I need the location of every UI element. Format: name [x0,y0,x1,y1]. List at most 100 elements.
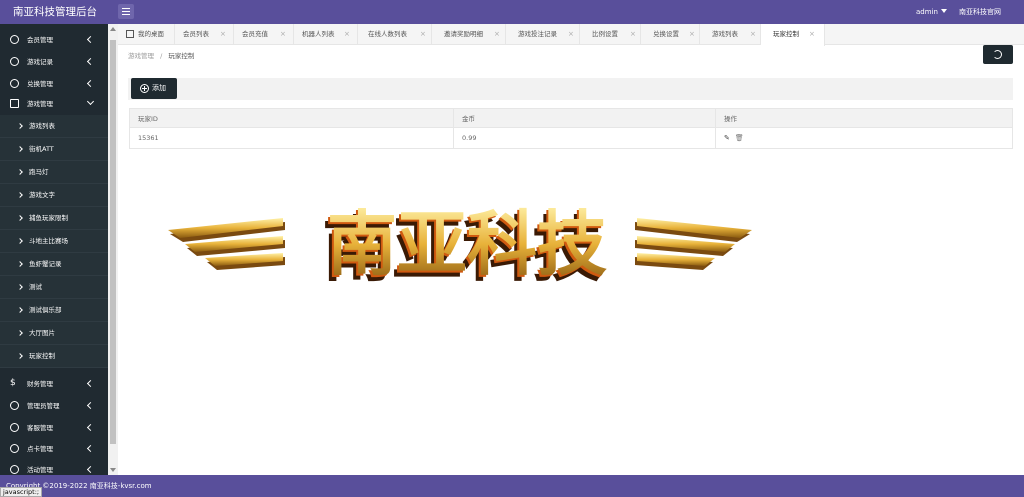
tab-ratio-settings[interactable]: 比例设置 × [580,24,641,45]
close-icon[interactable]: × [494,24,500,45]
sidebar-item-point-card[interactable]: 点卡管理 [0,438,108,460]
edit-pencil-icon[interactable]: ✎ [724,134,730,142]
dollar-icon: $ [10,378,16,388]
users-icon [10,423,19,432]
sidebar: 会员管理 游戏记录 兑换管理 游戏管理 游戏列表 街机ATT 跑马灯 游戏文字 … [0,24,108,475]
users-icon [10,444,19,453]
tab-robot-list[interactable]: 机器人列表 × [294,24,358,45]
chevron-left-icon [86,79,95,88]
breadcrumb-separator: / [160,52,163,60]
gift-icon [10,465,19,474]
close-icon[interactable]: × [280,24,286,45]
tab-label: 游戏投注记录 [518,30,557,38]
cell-coins: 0.99 [453,127,716,149]
chevron-down-icon [86,97,95,106]
tab-bar: 我的桌面 会员列表 × 会员充值 × 机器人列表 × 在线人数列表 × 邀请奖励明细 × … [118,24,1024,46]
sidebar-item-finance[interactable]: $ 财务管理 [0,373,108,395]
tab-game-bet-records[interactable]: 游戏投注记录 × [506,24,580,45]
close-icon[interactable]: × [420,24,426,45]
tab-member-list[interactable]: 会员列表 × [175,24,234,45]
add-button[interactable]: 添加 [131,78,177,99]
sidebar-subitem-fish-shrimp-crab[interactable]: 鱼虾蟹记录 [0,253,108,276]
sidebar-scrollbar[interactable] [108,24,118,475]
sidebar-subitem-fishing-limit[interactable]: 捕鱼玩家限制 [0,207,108,230]
app-brand: 南亚科技管理后台 [13,6,97,18]
plus-circle-icon [140,84,149,93]
hamburger-icon-line [122,8,130,9]
close-icon[interactable]: × [344,24,350,45]
close-icon[interactable]: × [809,24,815,45]
sidebar-subitem-label: 测试俱乐部 [29,306,62,314]
tab-label: 比例设置 [592,30,618,38]
tab-label: 会员列表 [183,30,209,38]
refresh-button[interactable] [983,45,1013,64]
sidebar-subitem-arcade-att[interactable]: 街机ATT [0,138,108,161]
sidebar-subitem-test[interactable]: 测试 [0,276,108,299]
sidebar-subitem-game-list[interactable]: 游戏列表 [0,115,108,138]
sidebar-subitem-lobby-images[interactable]: 大厅图片 [0,322,108,345]
chevron-right-icon [17,353,23,359]
chevron-left-icon [86,35,95,44]
chevron-left-icon [86,444,95,453]
sidebar-subitem-landlord-match[interactable]: 斗地主比赛场 [0,230,108,253]
close-icon[interactable]: × [750,24,756,45]
sidebar-item-label: 管理员管理 [27,402,60,410]
player-control-table: 玩家ID 金币 操作 15361 0.99 ✎ 🗑 [129,108,1013,149]
tab-my-desktop[interactable]: 我的桌面 [118,24,175,45]
tab-label: 游戏列表 [712,30,738,38]
close-icon[interactable]: × [630,24,636,45]
tab-member-recharge[interactable]: 会员充值 × [234,24,294,45]
sidebar-subitem-label: 捕鱼玩家限制 [29,214,68,222]
menu-toggle-button[interactable] [118,4,134,19]
sidebar-subitem-test-club[interactable]: 测试俱乐部 [0,299,108,322]
tab-label: 我的桌面 [138,30,164,38]
calendar-icon [10,99,19,108]
tab-invite-reward-details[interactable]: 邀请奖励明细 × [432,24,506,45]
tab-online-count-list[interactable]: 在线人数列表 × [358,24,432,45]
close-icon[interactable]: × [220,24,226,45]
sidebar-item-admin[interactable]: 管理员管理 [0,395,108,417]
user-menu[interactable]: admin [916,0,947,24]
sidebar-item-customer-service[interactable]: 客服管理 [0,417,108,439]
hamburger-icon-line [122,11,130,12]
chevron-left-icon [86,401,95,410]
sidebar-subitem-label: 测试 [29,283,42,291]
sidebar-subitem-game-text[interactable]: 游戏文字 [0,184,108,207]
tab-exchange-settings[interactable]: 兑换设置 × [641,24,700,45]
sidebar-item-game-management[interactable]: 游戏管理 [0,93,108,115]
sidebar-subitem-marquee[interactable]: 跑马灯 [0,161,108,184]
top-bar: 南亚科技管理后台 admin 南亚科技官网 [0,0,1024,24]
breadcrumb-parent[interactable]: 游戏管理 [128,52,154,60]
tab-label: 邀请奖励明细 [444,30,483,38]
user-icon [10,57,19,66]
scrollbar-thumb[interactable] [110,40,116,444]
column-header-actions: 操作 [715,108,1013,128]
close-icon[interactable]: × [689,24,695,45]
close-icon[interactable]: × [568,24,574,45]
tab-player-control[interactable]: 玩家控制 × [761,24,825,46]
tab-game-list[interactable]: 游戏列表 × [700,24,761,45]
tab-label: 玩家控制 [773,30,799,38]
sidebar-item-exchange-management[interactable]: 兑换管理 [0,73,108,95]
right-wing-icon [635,218,752,270]
breadcrumb: 游戏管理 / 玩家控制 [128,50,194,60]
delete-trash-icon[interactable]: 🗑 [735,134,744,142]
sidebar-item-activity[interactable]: 活动管理 [0,459,108,475]
sidebar-subitem-label: 跑马灯 [29,168,49,176]
chevron-left-icon [86,423,95,432]
sidebar-item-member-management[interactable]: 会员管理 [0,29,108,51]
tab-label: 兑换设置 [653,30,679,38]
sidebar-item-label: 游戏管理 [27,100,53,108]
sidebar-item-game-records[interactable]: 游戏记录 [0,51,108,73]
scroll-up-arrow-icon[interactable] [110,27,116,31]
official-site-link[interactable]: 南亚科技官网 [959,0,1001,24]
chevron-right-icon [17,238,23,244]
hamburger-icon-line [122,14,130,15]
sidebar-item-label: 会员管理 [27,36,53,44]
column-header-coins: 金币 [453,108,716,128]
chevron-right-icon [17,330,23,336]
sidebar-subitem-player-control[interactable]: 玩家控制 [0,345,108,368]
sidebar-subitem-label: 鱼虾蟹记录 [29,260,62,268]
column-header-player-id: 玩家ID [129,108,454,128]
scroll-down-arrow-icon[interactable] [110,468,116,472]
